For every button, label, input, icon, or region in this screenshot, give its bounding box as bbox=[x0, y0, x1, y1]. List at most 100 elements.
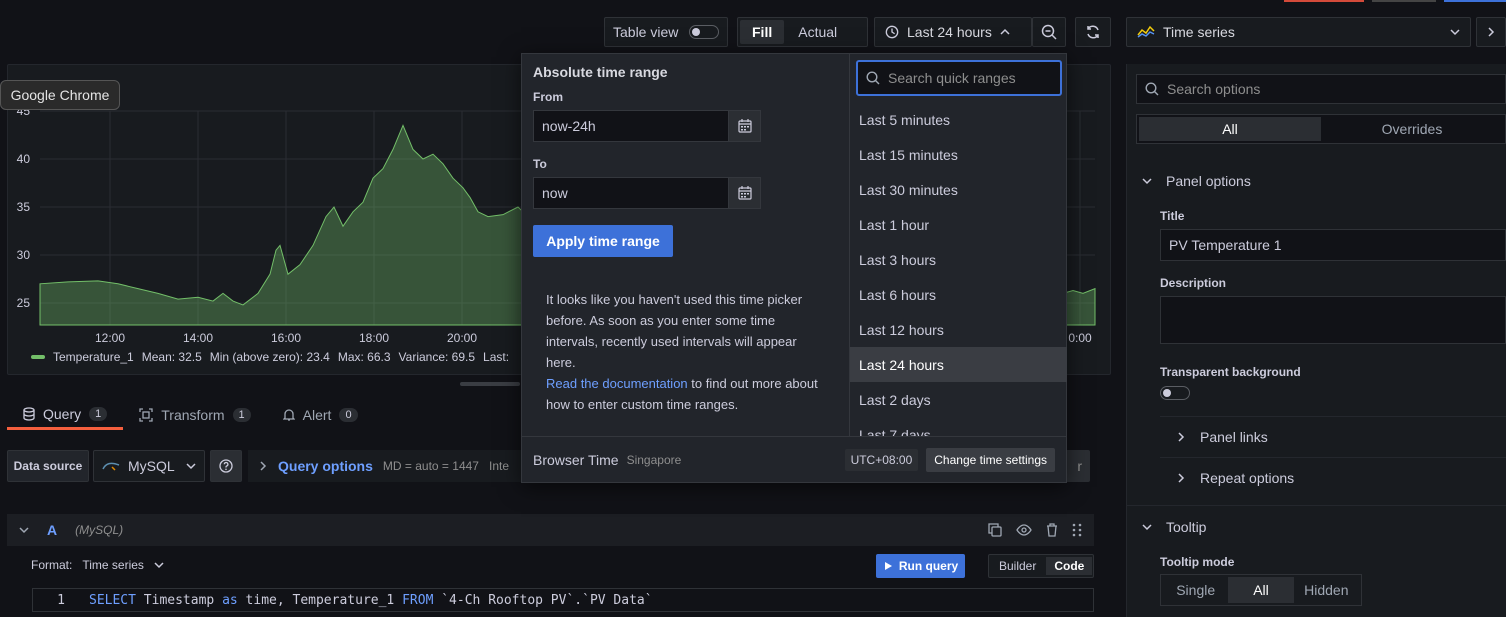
quick-range-item[interactable]: Last 15 minutes bbox=[850, 137, 1067, 172]
to-value: now bbox=[542, 185, 568, 201]
apply-time-range-button[interactable]: Apply time range bbox=[533, 225, 673, 257]
zoom-out-icon bbox=[1041, 24, 1057, 40]
browser-time-label: Browser Time bbox=[533, 451, 619, 468]
transparent-toggle[interactable] bbox=[1160, 386, 1190, 400]
format-select[interactable]: Time series bbox=[82, 558, 144, 572]
table-view-switch[interactable] bbox=[689, 25, 719, 39]
search-icon bbox=[1145, 82, 1159, 96]
y-tick-label: 35 bbox=[17, 200, 31, 214]
quick-ranges-list: Last 5 minutes Last 15 minutes Last 30 m… bbox=[850, 102, 1067, 436]
from-calendar-button[interactable] bbox=[728, 111, 760, 141]
quick-range-item[interactable]: Last 6 hours bbox=[850, 277, 1067, 312]
quick-range-item[interactable]: Last 12 hours bbox=[850, 312, 1067, 347]
description-textarea[interactable] bbox=[1160, 296, 1506, 344]
picker-note-text: It looks like you haven't used this time… bbox=[546, 292, 803, 370]
legend-series[interactable]: Temperature_1 bbox=[53, 350, 134, 364]
divider bbox=[1126, 505, 1506, 506]
quick-ranges-search-input[interactable]: Search quick ranges bbox=[856, 60, 1062, 96]
sql-text: `4-Ch Rooftop PV`.`PV Data` bbox=[433, 592, 653, 608]
drag-handle-icon[interactable] bbox=[1072, 523, 1082, 537]
quick-range-item[interactable]: Last 1 hour bbox=[850, 207, 1067, 242]
options-all-tab[interactable]: All bbox=[1139, 117, 1321, 141]
query-options-toggle[interactable]: Query options MD = auto = 1447 Inte bbox=[248, 450, 538, 482]
tab-alert[interactable]: Alert 0 bbox=[267, 400, 374, 430]
calendar-icon bbox=[737, 186, 752, 200]
tooltip-mode-single[interactable]: Single bbox=[1163, 577, 1228, 603]
mysql-logo-icon bbox=[102, 461, 120, 471]
data-source-name: MySQL bbox=[128, 458, 175, 474]
title-input[interactable]: PV Temperature 1 bbox=[1160, 229, 1506, 261]
time-range-label: Last 24 hours bbox=[907, 24, 992, 40]
to-calendar-button[interactable] bbox=[728, 178, 760, 208]
tab-transform[interactable]: Transform 1 bbox=[123, 400, 266, 430]
table-view-toggle[interactable]: Table view bbox=[604, 17, 728, 47]
chevron-down-icon[interactable] bbox=[19, 525, 29, 535]
panel-options-title: Panel options bbox=[1166, 173, 1251, 189]
query-ref-id[interactable]: A bbox=[47, 522, 57, 538]
quick-range-item[interactable]: Last 30 minutes bbox=[850, 172, 1067, 207]
top-accent-red bbox=[1284, 0, 1364, 2]
repeat-options-section[interactable]: Repeat options bbox=[1160, 458, 1506, 498]
from-input[interactable]: now-24h bbox=[533, 110, 761, 142]
data-source-help-button[interactable] bbox=[210, 450, 242, 482]
query-row-header[interactable]: A (MySQL) bbox=[7, 514, 1094, 546]
quick-ranges-panel: Search quick ranges Last 5 minutes Last … bbox=[849, 54, 1067, 436]
tooltip-mode-switch: Single All Hidden bbox=[1160, 574, 1362, 606]
legend-min: Min (above zero): 23.4 bbox=[209, 350, 330, 364]
tooltip-mode-all[interactable]: All bbox=[1228, 577, 1294, 603]
top-accent-blue bbox=[1444, 0, 1506, 2]
from-label: From bbox=[533, 90, 563, 104]
trash-icon[interactable] bbox=[1046, 523, 1058, 537]
quick-range-item-selected[interactable]: Last 24 hours bbox=[850, 347, 1067, 382]
chart-legend: Temperature_1 Mean: 32.5 Min (above zero… bbox=[31, 350, 509, 364]
format-row: Format: Time series bbox=[31, 558, 164, 572]
tooltip-section[interactable]: Tooltip bbox=[1126, 507, 1506, 547]
chevron-right-icon bbox=[1176, 432, 1186, 442]
builder-mode[interactable]: Builder bbox=[991, 557, 1044, 575]
data-source-select[interactable]: MySQL bbox=[93, 450, 205, 482]
quick-range-item[interactable]: Last 7 days bbox=[850, 417, 1067, 437]
time-picker-footer: Browser Time Singapore UTC+08:00 Change … bbox=[522, 436, 1066, 482]
zoom-out-button[interactable] bbox=[1032, 17, 1066, 47]
tab-query[interactable]: Query 1 bbox=[7, 400, 124, 430]
quick-range-item[interactable]: Last 2 days bbox=[850, 382, 1067, 417]
fill-option[interactable]: Fill bbox=[740, 20, 785, 44]
legend-max: Max: 66.3 bbox=[337, 350, 391, 364]
change-time-settings-button[interactable]: Change time settings bbox=[926, 447, 1055, 472]
copy-icon[interactable] bbox=[988, 523, 1002, 537]
options-search-input[interactable]: Search options bbox=[1136, 74, 1506, 104]
transparent-label: Transparent background bbox=[1160, 365, 1301, 379]
options-search-placeholder: Search options bbox=[1167, 81, 1261, 97]
panel-resize-handle[interactable] bbox=[460, 382, 520, 386]
transform-icon bbox=[139, 408, 153, 422]
time-range-picker-button[interactable]: Last 24 hours bbox=[874, 17, 1032, 47]
quick-range-item[interactable]: Last 3 hours bbox=[850, 242, 1067, 277]
sql-text: time, Temperature_1 bbox=[237, 592, 403, 608]
documentation-link[interactable]: Read the documentation bbox=[546, 376, 688, 391]
tooltip-title: Tooltip bbox=[1166, 519, 1207, 535]
quick-range-item[interactable]: Last 5 minutes bbox=[850, 102, 1067, 137]
run-query-button[interactable]: Run query bbox=[876, 554, 965, 578]
play-icon bbox=[883, 561, 893, 571]
panel-links-section[interactable]: Panel links bbox=[1160, 417, 1506, 457]
options-overrides-tab[interactable]: Overrides bbox=[1321, 117, 1503, 141]
y-tick-label: 40 bbox=[17, 152, 31, 166]
tooltip-mode-hidden[interactable]: Hidden bbox=[1294, 577, 1359, 603]
query-options-interval: Inte bbox=[488, 459, 509, 473]
x-tick-label: 14:00 bbox=[183, 331, 213, 345]
collapse-options-button[interactable] bbox=[1476, 17, 1506, 47]
refresh-button[interactable] bbox=[1075, 17, 1111, 47]
eye-icon[interactable] bbox=[1016, 523, 1032, 537]
absolute-range-form: Absolute time range From now-24h To now … bbox=[522, 54, 848, 436]
to-input[interactable]: now bbox=[533, 177, 761, 209]
title-value: PV Temperature 1 bbox=[1169, 237, 1282, 253]
visualization-label: Time series bbox=[1163, 24, 1235, 40]
sql-editor[interactable]: 1 SELECT Timestamp as time, Temperature_… bbox=[32, 588, 1094, 612]
code-mode[interactable]: Code bbox=[1046, 557, 1093, 575]
visualization-picker[interactable]: Time series bbox=[1126, 17, 1471, 47]
actual-option[interactable]: Actual bbox=[786, 20, 849, 44]
chevron-right-icon bbox=[1176, 473, 1186, 483]
y-tick-label: 25 bbox=[17, 296, 31, 310]
panel-options-section[interactable]: Panel options bbox=[1126, 161, 1506, 201]
query-options-label: Query options bbox=[278, 458, 373, 474]
